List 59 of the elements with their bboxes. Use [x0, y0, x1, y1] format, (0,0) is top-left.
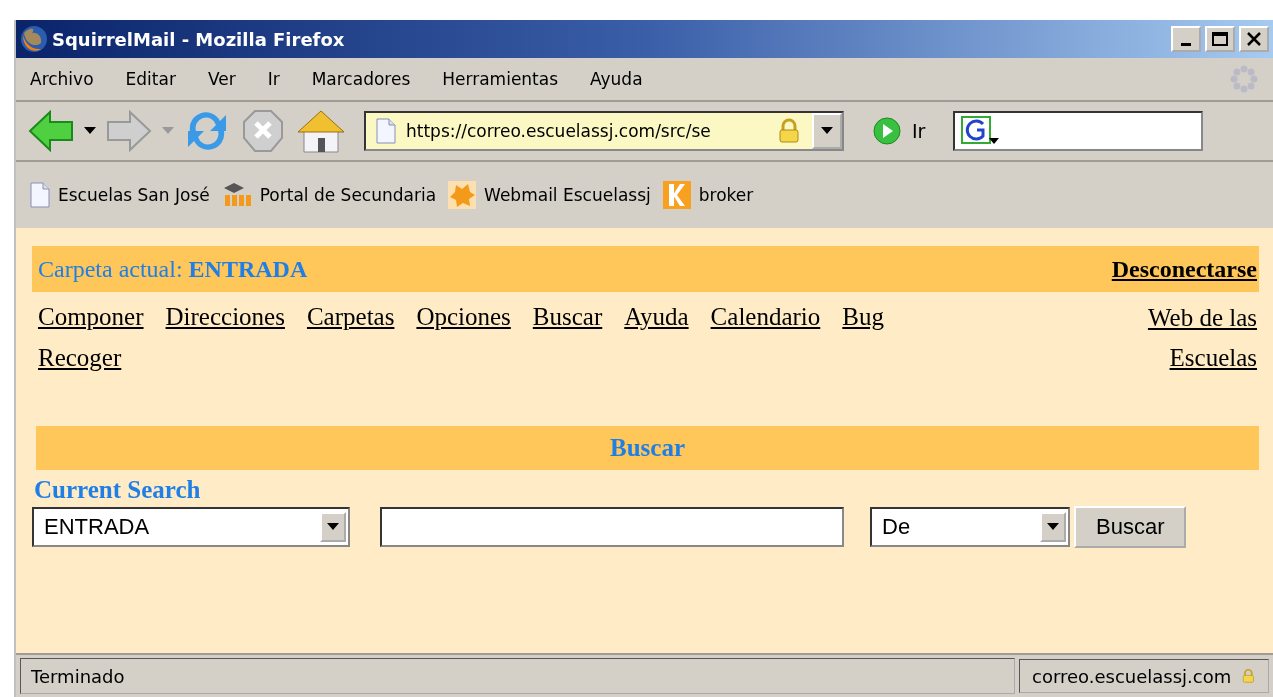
back-arrow-icon[interactable]: [28, 110, 74, 152]
address-field[interactable]: https://correo.escuelassj.com/src/se: [364, 111, 844, 151]
nav-link[interactable]: Recoger: [38, 339, 122, 378]
url-text: https://correo.escuelassj.com/src/se: [406, 121, 712, 141]
caret-icon: [821, 127, 833, 135]
caret-icon: [1047, 523, 1059, 531]
nav-link[interactable]: Opciones: [416, 298, 511, 337]
nav-link[interactable]: Calendario: [710, 298, 821, 337]
status-text: Terminado: [20, 658, 1015, 694]
field-select[interactable]: De: [870, 507, 1070, 547]
search-input[interactable]: [380, 507, 844, 547]
menu-item[interactable]: Ver: [207, 69, 236, 89]
nav-link[interactable]: Ayuda: [624, 298, 689, 337]
status-host: correo.escuelassj.com: [1019, 659, 1269, 693]
nav-link[interactable]: Web de las Escuelas: [1107, 298, 1257, 378]
window-title: SquirrelMail - Mozilla Firefox: [52, 28, 346, 50]
caret-icon: [162, 127, 174, 135]
bookmark-item[interactable]: Portal de Secundaria: [221, 182, 437, 208]
search-engine-icon: [961, 116, 1002, 146]
firefox-icon: [20, 25, 48, 53]
menu-item[interactable]: Archivo: [30, 69, 94, 89]
dropdown-button[interactable]: [812, 113, 842, 149]
nav-link[interactable]: Bug: [842, 298, 884, 337]
section-title: Buscar: [610, 434, 685, 462]
minimize-button[interactable]: [1171, 26, 1201, 52]
menu-item[interactable]: Editar: [125, 69, 176, 89]
maximize-button[interactable]: [1205, 26, 1235, 52]
bookmark-item[interactable]: broker: [662, 181, 754, 209]
close-button[interactable]: [1239, 26, 1269, 52]
stop-icon[interactable]: [240, 109, 286, 153]
go-icon[interactable]: [872, 116, 902, 146]
caret-icon: [327, 523, 339, 531]
nav-link[interactable]: Carpetas: [306, 298, 395, 337]
splat-icon: [448, 181, 477, 209]
caret-icon: [84, 127, 96, 135]
mailbox-select[interactable]: ENTRADA: [32, 507, 350, 547]
close-icon: [1247, 32, 1261, 46]
maximize-icon: [1212, 32, 1228, 46]
home-icon[interactable]: [296, 108, 346, 154]
nav-link[interactable]: Direcciones: [165, 298, 285, 337]
subsection-title: Current Search: [34, 476, 202, 504]
nav-link[interactable]: Componer: [38, 298, 144, 337]
go-label[interactable]: Ir: [912, 120, 926, 142]
menu-item[interactable]: Herramientas: [442, 69, 559, 89]
menu-item[interactable]: Ir: [267, 69, 280, 89]
bookmark-item[interactable]: Webmail Escuelassj: [448, 181, 651, 209]
minimize-icon: [1181, 42, 1191, 46]
page-icon: [376, 118, 396, 144]
page-icon: [30, 182, 50, 208]
lock-icon: [776, 118, 802, 144]
logout-link[interactable]: Desconectarse: [1111, 255, 1257, 283]
search-button[interactable]: Buscar: [1074, 506, 1187, 548]
bookmark-item[interactable]: Escuelas San José: [30, 182, 210, 208]
menu-item[interactable]: Ayuda: [590, 69, 643, 89]
broker-icon: [662, 181, 691, 209]
search-field[interactable]: [953, 111, 1204, 151]
current-folder: Carpeta actual: ENTRADA: [38, 255, 308, 283]
menu-item[interactable]: Marcadores: [311, 69, 411, 89]
nav-link[interactable]: Buscar: [532, 298, 603, 337]
